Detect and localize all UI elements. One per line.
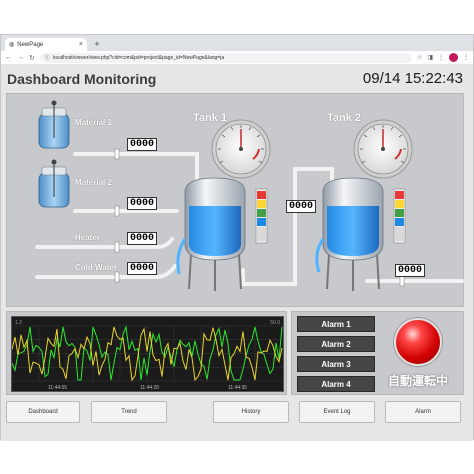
alarm-4-button[interactable]: Alarm 4 <box>297 376 375 392</box>
heater-label: Heater <box>75 233 100 242</box>
nav-dashboard-button[interactable]: Dashboard <box>6 401 80 423</box>
trend-panel: 1.2 50.0 11:44:05 11:44:20 11:44:35 <box>6 311 287 395</box>
back-icon[interactable]: ← <box>5 54 12 61</box>
transfer-value: 0000 <box>286 200 316 213</box>
material1-jar <box>38 100 70 149</box>
nav-alarm-button[interactable]: Alarm <box>385 401 461 423</box>
tank2-vessel <box>315 177 384 291</box>
trend-time-label: 11:44:20 <box>140 385 159 391</box>
nav-trend-button[interactable]: Trend <box>91 401 167 423</box>
tab-title: NewPage <box>17 41 44 48</box>
material2-jar <box>38 159 70 208</box>
alarm-panel: Alarm 1 Alarm 2 Alarm 3 Alarm 4 自動運転中 <box>291 311 464 395</box>
trend-time-label: 11:44:35 <box>228 385 247 391</box>
status-lamp-icon <box>394 318 442 366</box>
globe-icon: ◍ <box>9 42 15 48</box>
trend-scale-right: 50.0 <box>270 320 280 326</box>
browser-toolbar: ← → ↻ ⓘ localhost/viewer/view.php?cid=co… <box>1 51 473 65</box>
page-title: Dashboard Monitoring <box>7 71 157 87</box>
trend-graph: 1.2 50.0 11:44:05 11:44:20 11:44:35 <box>11 316 284 392</box>
forward-icon[interactable]: → <box>17 54 24 61</box>
auto-run-status: 自動運転中 <box>388 374 449 388</box>
tank1-vessel <box>176 177 246 291</box>
alarm-3-button[interactable]: Alarm 3 <box>297 356 375 372</box>
clock-readout: 09/14 15:22:43 <box>362 70 463 87</box>
close-icon[interactable]: × <box>79 41 83 48</box>
more-icon[interactable]: ⋮ <box>463 54 469 61</box>
trend-svg: 1.2 50.0 11:44:05 11:44:20 11:44:35 <box>12 320 283 391</box>
material1-value: 0000 <box>127 138 157 151</box>
address-bar[interactable]: ⓘ localhost/viewer/view.php?cid=com&pid=… <box>39 52 412 63</box>
url-text: localhost/viewer/view.php?cid=com&pid=pr… <box>52 54 225 61</box>
material1-label: Material 1 <box>75 118 112 127</box>
material2-label: Material 2 <box>75 178 112 187</box>
nav-event-log-button[interactable]: Event Log <box>299 401 375 423</box>
tank1-gauge <box>211 119 271 179</box>
outlet-value: 0000 <box>395 264 425 277</box>
tank2-signal-tower <box>393 188 406 244</box>
bookmark-icon[interactable]: ☆ <box>417 54 422 61</box>
heater-value: 0000 <box>127 232 157 245</box>
plant-diagram: Material 1 0000 Material 2 0000 Heater 0… <box>6 93 464 307</box>
info-icon: ⓘ <box>44 55 50 61</box>
tank2-label: Tank 2 <box>327 112 362 124</box>
profile-avatar[interactable] <box>449 53 458 62</box>
tank1-signal-tower <box>255 188 268 244</box>
cold-water-value: 0000 <box>127 262 157 275</box>
nav-history-button[interactable]: History <box>213 401 289 423</box>
alarm-1-button[interactable]: Alarm 1 <box>297 316 375 332</box>
tab-bar: ◍ NewPage × + <box>1 35 473 51</box>
extensions-icon[interactable]: ◨ <box>427 54 433 61</box>
tank1-label: Tank 1 <box>193 112 228 124</box>
tank2-gauge <box>353 119 413 179</box>
cold-water-label: Cold Water <box>75 263 117 272</box>
menu-icon[interactable]: ⋮ <box>438 54 444 61</box>
new-tab-button[interactable]: + <box>91 38 103 51</box>
trend-time-label: 11:44:05 <box>48 385 67 391</box>
material2-value: 0000 <box>127 197 157 210</box>
browser-window: ◍ NewPage × + ← → ↻ ⓘ localhost/viewer/v… <box>0 34 474 441</box>
alarm-2-button[interactable]: Alarm 2 <box>297 336 375 352</box>
browser-tab[interactable]: ◍ NewPage × <box>5 38 87 51</box>
trend-scale-left: 1.2 <box>15 320 22 326</box>
hmi-screen: Dashboard Monitoring 09/14 15:22:43 Mate… <box>1 65 473 441</box>
reload-icon[interactable]: ↻ <box>29 54 35 62</box>
